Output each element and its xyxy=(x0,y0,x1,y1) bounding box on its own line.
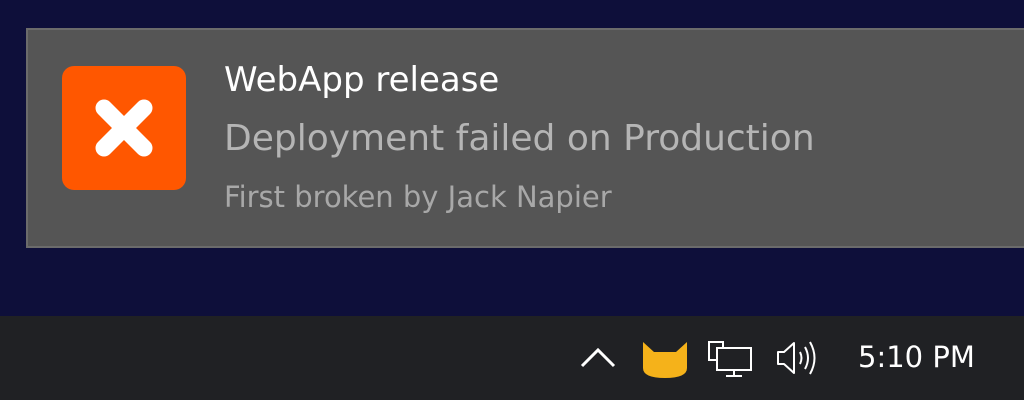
volume-button[interactable] xyxy=(772,316,822,400)
close-x-icon xyxy=(95,99,153,157)
cat-tray-app[interactable] xyxy=(638,316,692,400)
notification-attribution: First broken by Jack Napier xyxy=(224,180,612,214)
cat-app-icon xyxy=(643,342,687,378)
chevron-up-icon xyxy=(580,347,616,368)
taskbar-clock[interactable]: 5:10 PM xyxy=(858,340,975,374)
network-icon xyxy=(708,341,752,377)
app-icon xyxy=(62,66,186,190)
volume-icon xyxy=(777,341,816,375)
notification-title: WebApp release xyxy=(224,60,500,100)
toast-notification[interactable]: WebApp release Deployment failed on Prod… xyxy=(26,28,1024,248)
show-hidden-icons-button[interactable] xyxy=(576,316,620,400)
network-button[interactable] xyxy=(704,316,756,400)
taskbar: 5:10 PM xyxy=(0,316,1024,400)
notification-message: Deployment failed on Production xyxy=(224,118,815,159)
